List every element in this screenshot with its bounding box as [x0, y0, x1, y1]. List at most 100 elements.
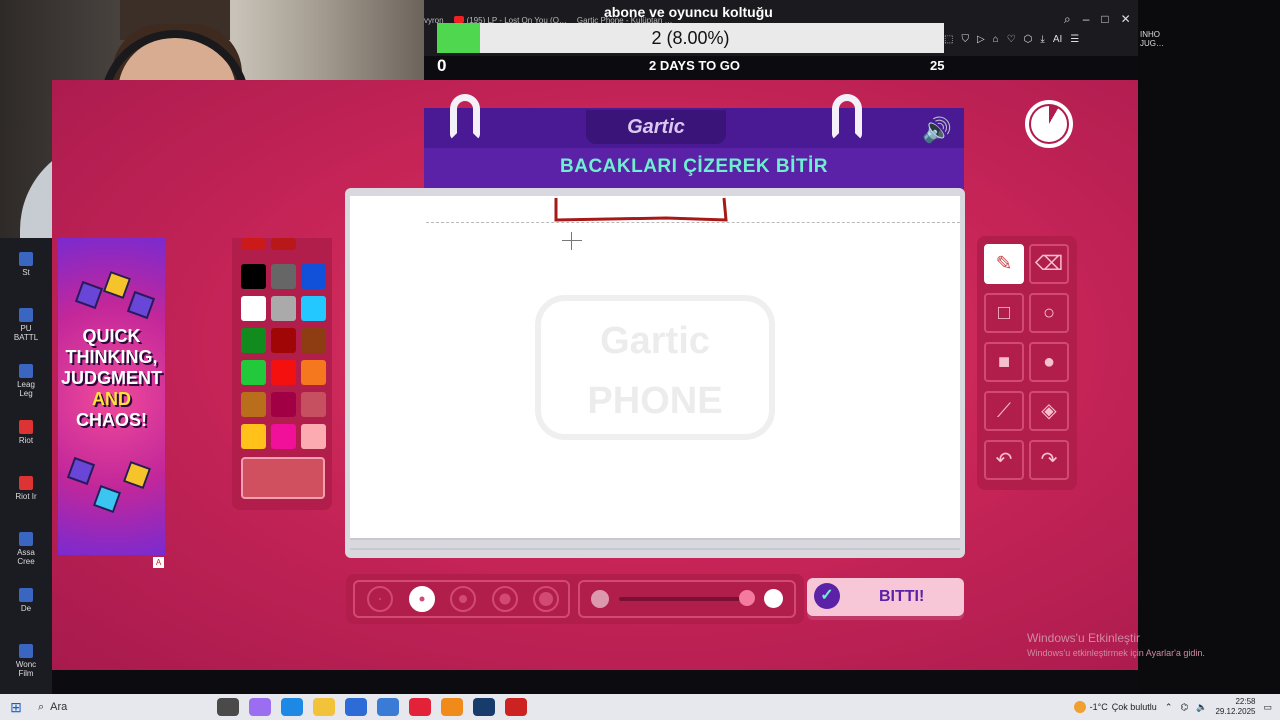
color-swatch[interactable]: [271, 264, 296, 289]
download-icon[interactable]: ⤓: [1040, 34, 1044, 45]
ad-gem-icon: [122, 460, 152, 490]
weather-icon: [1073, 701, 1086, 713]
color-swatch[interactable]: [301, 424, 326, 449]
game-ad-banner[interactable]: QUICK THINKING, JUDGMENT AND CHAOS!: [58, 238, 165, 555]
desktop-app-shortcut[interactable]: Wonc Film: [4, 644, 48, 678]
file-explorer-icon[interactable]: [313, 698, 335, 716]
color-swatch[interactable]: [241, 264, 266, 289]
close-icon[interactable]: ✕: [1121, 12, 1131, 27]
color-swatch[interactable]: [271, 296, 296, 321]
play-icon[interactable]: ▷: [977, 34, 985, 45]
opera-gx-icon[interactable]: [409, 698, 431, 716]
color-swatch[interactable]: [301, 328, 326, 353]
color-swatch[interactable]: [241, 392, 266, 417]
riot-icon[interactable]: [505, 698, 527, 716]
crosshair-cursor-icon: [571, 232, 572, 250]
color-swatch[interactable]: [271, 328, 296, 353]
bookmark-icon[interactable]: ⌂: [993, 34, 999, 45]
ellipse-outline-tool[interactable]: ○: [1029, 293, 1069, 333]
color-swatch[interactable]: [271, 424, 296, 449]
network-icon[interactable]: ⌬: [1180, 702, 1188, 713]
color-swatch[interactable]: [241, 424, 266, 449]
pencil-tool[interactable]: ✎: [984, 244, 1024, 284]
store-icon[interactable]: [345, 698, 367, 716]
color-swatch[interactable]: [301, 360, 326, 385]
desktop-riot-shortcut[interactable]: Riot Ir: [4, 476, 48, 501]
heart-icon[interactable]: ♡: [1007, 34, 1016, 45]
undo-tool[interactable]: ↶: [984, 440, 1024, 480]
copilot-icon[interactable]: [249, 698, 271, 716]
eraser-icon: ⌫: [1034, 253, 1064, 275]
taskbar-search[interactable]: ⌕ Ara: [32, 696, 212, 718]
pencil-icon: ✎: [995, 253, 1013, 275]
color-swatch[interactable]: [241, 238, 266, 250]
desktop-shortcut-label: Wonc Film: [15, 660, 37, 678]
fill-bucket-tool[interactable]: ◈: [1029, 391, 1069, 431]
snapshot-icon[interactable]: ⬚: [944, 34, 953, 45]
menu-icon[interactable]: ☰: [1070, 34, 1079, 45]
brush-size-option[interactable]: [367, 586, 393, 612]
color-swatch[interactable]: [301, 296, 326, 321]
redo-icon: ↷: [1040, 449, 1058, 471]
notification-icon[interactable]: ▭: [1263, 702, 1272, 713]
speaker-icon[interactable]: 🔊: [922, 116, 952, 145]
firefox-icon[interactable]: [441, 698, 463, 716]
line-tool[interactable]: ⟋: [984, 391, 1024, 431]
edge-icon[interactable]: [281, 698, 303, 716]
color-swatch[interactable]: [301, 392, 326, 417]
desktop-league-shortcut[interactable]: Leag Leg: [4, 364, 48, 398]
opacity-slider-track[interactable]: [619, 597, 747, 601]
window-controls: ⌕ – □ ✕: [1064, 12, 1131, 27]
color-swatch[interactable]: [271, 392, 296, 417]
color-swatch[interactable]: [271, 360, 296, 385]
ad-gem-icon: [102, 270, 132, 300]
rectangle-outline-tool[interactable]: □: [984, 293, 1024, 333]
minimize-icon[interactable]: –: [1083, 12, 1090, 27]
color-swatch[interactable]: [301, 264, 326, 289]
desktop-steam-shortcut[interactable]: St: [4, 252, 48, 277]
clock[interactable]: 22:58 29.12.2025: [1215, 697, 1255, 717]
brush-size-option[interactable]: [408, 586, 435, 612]
maximize-icon[interactable]: □: [1101, 12, 1108, 27]
weather-widget[interactable]: -1°C Çok bulutlu: [1073, 701, 1157, 713]
brush-size-option[interactable]: [491, 586, 518, 612]
brush-size-option[interactable]: [450, 586, 476, 612]
eraser-tool[interactable]: ⌫: [1029, 244, 1069, 284]
ellipse-filled-tool[interactable]: ●: [1029, 342, 1069, 382]
windows-start-icon[interactable]: ⊞: [0, 699, 32, 716]
taskbar-search-placeholder: Ara: [50, 701, 68, 713]
color-swatch[interactable]: [241, 360, 266, 385]
desktop-shortcut-label: Leag Leg: [17, 380, 35, 398]
windows-activation-title: Windows'u Etkinleştir: [1027, 631, 1140, 645]
redo-tool[interactable]: ↷: [1029, 440, 1069, 480]
desktop-assassins-creed-shortcut[interactable]: Assa Cree: [4, 532, 48, 566]
ad-gem-icon: [66, 456, 96, 486]
color-swatch[interactable]: [271, 238, 296, 250]
rectangle-outline-icon: □: [997, 302, 1011, 324]
app-icon: [19, 644, 33, 658]
volume-icon[interactable]: 🔈: [1196, 702, 1207, 713]
outlook-icon[interactable]: [377, 698, 399, 716]
rectangle-filled-tool[interactable]: ■: [984, 342, 1024, 382]
youtube-icon: [453, 15, 464, 23]
done-button[interactable]: ✓ BITTI!: [807, 578, 964, 616]
chevron-up-icon[interactable]: ⌃: [1165, 702, 1173, 713]
subscriber-goal-bar: 2 (8.00%): [437, 23, 944, 53]
desktop-pubg-shortcut[interactable]: PU BATTL: [4, 308, 48, 342]
check-icon: ✓: [814, 583, 840, 609]
brush-size-option[interactable]: [533, 586, 559, 612]
ai-icon[interactable]: AI: [1053, 34, 1062, 45]
desktop-shortcut-label: De: [20, 604, 32, 613]
search-icon[interactable]: ⌕: [1064, 12, 1071, 27]
shield-icon[interactable]: ⛉: [961, 34, 969, 45]
opacity-slider-handle[interactable]: [739, 590, 755, 606]
desktop-riot-shortcut[interactable]: Riot: [4, 420, 48, 445]
ad-choice-badge[interactable]: A: [153, 557, 164, 568]
color-swatch[interactable]: [241, 296, 266, 321]
desktop-app-shortcut[interactable]: De: [4, 588, 48, 613]
steam-icon[interactable]: [473, 698, 495, 716]
gartic-phone-watermark: Gartic PHONE: [535, 295, 775, 440]
extensions-icon[interactable]: ⬡: [1024, 34, 1033, 45]
color-swatch[interactable]: [241, 328, 266, 353]
task-view-icon[interactable]: [217, 698, 239, 716]
